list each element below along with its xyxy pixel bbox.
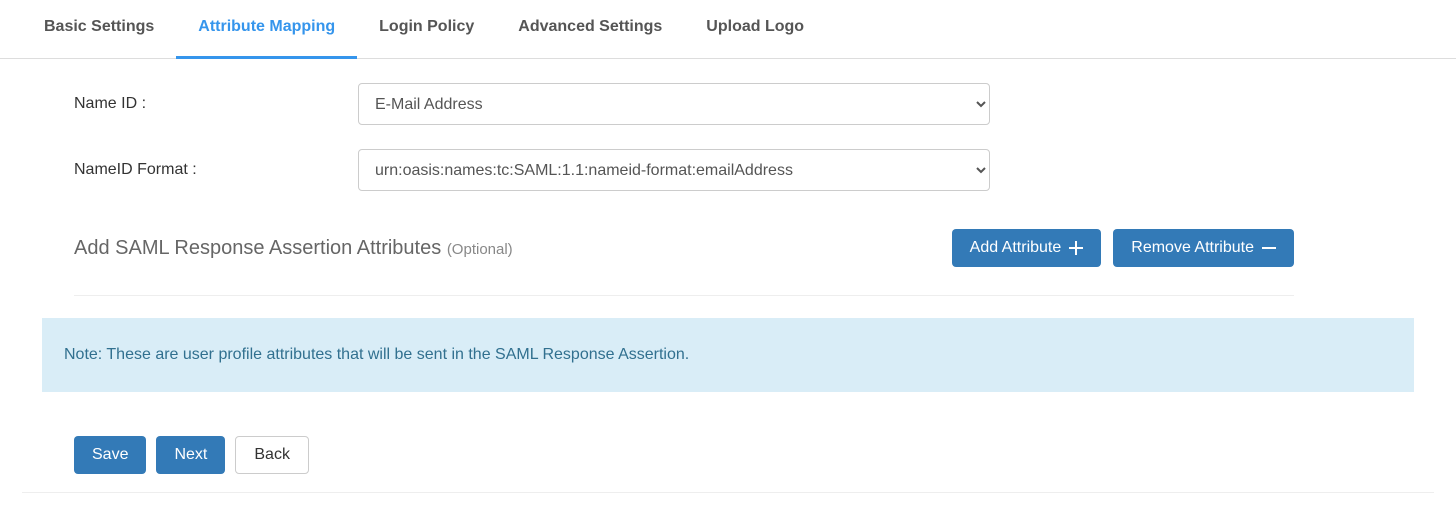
minus-icon (1262, 241, 1276, 255)
section-header: Add SAML Response Assertion Attributes (… (22, 229, 1434, 267)
plus-icon (1069, 241, 1083, 255)
row-nameid-format: NameID Format : urn:oasis:names:tc:SAML:… (22, 149, 1434, 191)
section-title-text: Add SAML Response Assertion Attributes (74, 237, 441, 259)
row-name-id: Name ID : E-Mail Address (22, 83, 1434, 125)
select-name-id[interactable]: E-Mail Address (358, 83, 990, 125)
tab-basic-settings[interactable]: Basic Settings (22, 0, 176, 59)
section-optional: (Optional) (447, 241, 513, 258)
tab-content: Name ID : E-Mail Address NameID Format :… (0, 83, 1456, 493)
tab-advanced-settings[interactable]: Advanced Settings (496, 0, 684, 59)
remove-attribute-label: Remove Attribute (1131, 239, 1254, 257)
footer-buttons: Save Next Back (74, 436, 1434, 474)
add-attribute-label: Add Attribute (970, 239, 1062, 257)
tab-login-policy[interactable]: Login Policy (357, 0, 496, 59)
label-name-id: Name ID : (22, 95, 358, 113)
tabs-bar: Basic Settings Attribute Mapping Login P… (0, 0, 1456, 59)
next-button[interactable]: Next (156, 436, 225, 474)
attribute-buttons: Add Attribute Remove Attribute (952, 229, 1294, 267)
divider (74, 295, 1294, 296)
back-button[interactable]: Back (235, 436, 309, 474)
bottom-divider (22, 492, 1434, 493)
select-nameid-format[interactable]: urn:oasis:names:tc:SAML:1.1:nameid-forma… (358, 149, 990, 191)
tab-attribute-mapping[interactable]: Attribute Mapping (176, 0, 357, 59)
section-title: Add SAML Response Assertion Attributes (… (74, 237, 513, 260)
remove-attribute-button[interactable]: Remove Attribute (1113, 229, 1294, 267)
note-box: Note: These are user profile attributes … (42, 318, 1414, 392)
save-button[interactable]: Save (74, 436, 146, 474)
label-nameid-format: NameID Format : (22, 161, 358, 179)
tab-upload-logo[interactable]: Upload Logo (684, 0, 826, 59)
note-text: Note: These are user profile attributes … (64, 346, 689, 363)
add-attribute-button[interactable]: Add Attribute (952, 229, 1102, 267)
